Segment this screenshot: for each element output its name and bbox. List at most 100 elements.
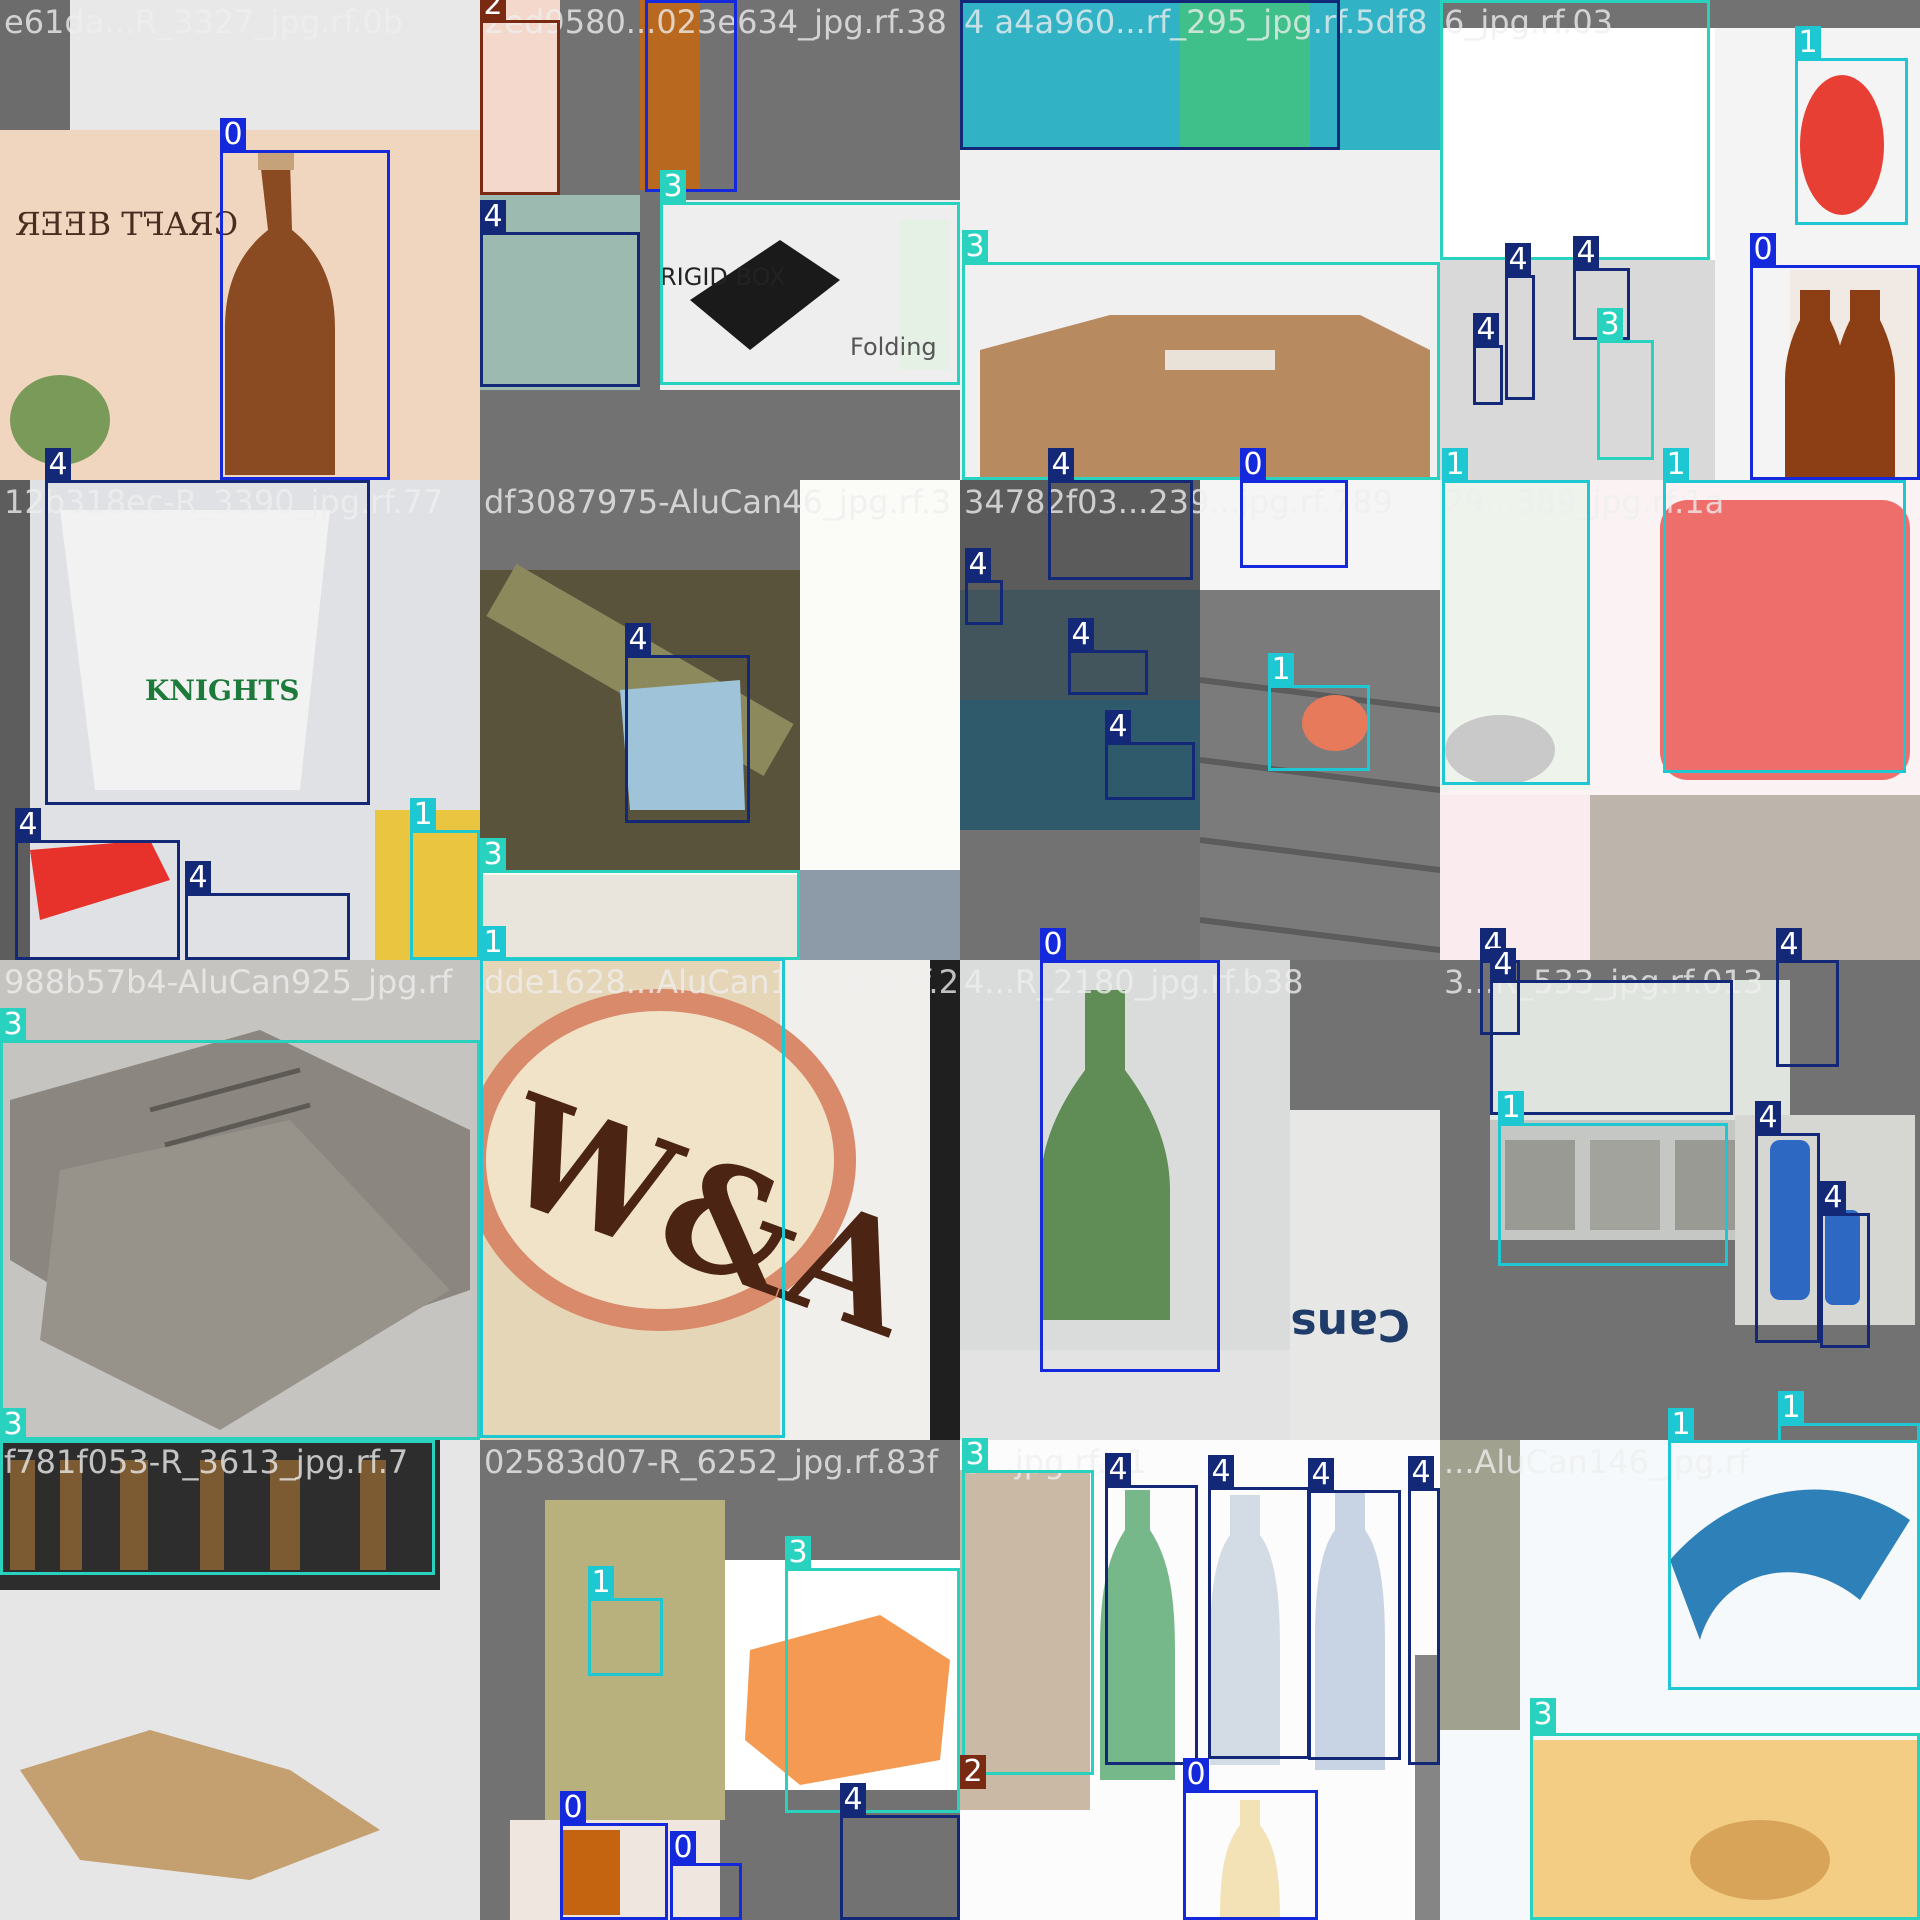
- detection-box: 4: [480, 200, 640, 387]
- detection-box: 3: [660, 170, 960, 385]
- class-label: 1: [1442, 448, 1468, 482]
- detection-box: 3: [0, 1008, 480, 1440]
- detection-box: 4: [625, 623, 750, 823]
- detection-box: 1: [1442, 448, 1590, 785]
- detection-box: 3: [785, 1536, 960, 1813]
- class-label: 0: [1750, 233, 1776, 267]
- class-label: 4: [1105, 1453, 1131, 1487]
- class-label: 1: [1795, 26, 1821, 60]
- class-label: 4: [1408, 1456, 1434, 1490]
- class-label: 1: [1498, 1091, 1524, 1125]
- class-label: 4: [965, 548, 991, 582]
- class-label: 4: [1208, 1455, 1234, 1489]
- class-label: 1: [410, 798, 436, 832]
- class-label: 0: [1183, 1758, 1209, 1792]
- detection-box: 4: [1473, 313, 1503, 405]
- detection-box: 3: [480, 838, 800, 960]
- detection-box: 0: [645, 0, 737, 192]
- detection-box: 4: [1068, 618, 1148, 695]
- detection-box: 2: [480, 0, 560, 195]
- class-label: 2: [480, 0, 506, 22]
- class-label: 1: [1268, 653, 1294, 687]
- detection-box: 4: [965, 548, 1003, 625]
- class-label: 3: [480, 838, 506, 872]
- detection-box: 4: [1208, 1455, 1310, 1759]
- class-label: 4: [45, 448, 71, 482]
- detection-box: 4: [840, 1783, 960, 1920]
- detection-box: 4: [1105, 1453, 1198, 1765]
- class-label: 4: [840, 1783, 866, 1817]
- detection-box: 4: [185, 861, 350, 960]
- detection-box: 4: [1490, 948, 1733, 1115]
- detection-box: 4: [1820, 1181, 1870, 1348]
- class-label: 0: [560, 1791, 586, 1825]
- class-label: 3: [1597, 308, 1623, 342]
- class-label: 4: [1308, 1458, 1334, 1492]
- detection-box: 0: [1040, 928, 1220, 1372]
- class-label: 0: [670, 1831, 696, 1865]
- svg-text:Cans: Cans: [1291, 1299, 1411, 1350]
- class-label: 4: [1776, 928, 1802, 962]
- class-label: 4: [1048, 448, 1074, 482]
- detection-box: 0: [220, 118, 390, 480]
- class-label: 4: [1573, 236, 1599, 270]
- detection-box: 3: [962, 230, 1440, 480]
- class-label: 1: [480, 926, 506, 960]
- detection-box: 1: [1795, 26, 1908, 225]
- class-label: 3: [0, 1408, 26, 1442]
- detection-box: 1: [410, 798, 480, 960]
- class-label: 3: [660, 170, 686, 204]
- detection-box: 1: [1498, 1091, 1728, 1266]
- detection-box: 1: [588, 1566, 663, 1676]
- class-label: 4: [625, 623, 651, 657]
- class-label: 0: [1240, 448, 1266, 482]
- detection-box: 3: [962, 1438, 1094, 1775]
- class-label: 1: [1668, 1408, 1694, 1442]
- detection-box: 3: [1440, 0, 1710, 260]
- class-label: 4: [1755, 1101, 1781, 1135]
- class-label: 4: [480, 200, 506, 234]
- class-label: 4: [1105, 710, 1131, 744]
- detection-box: 0: [1240, 448, 1348, 568]
- class-label: 1: [588, 1566, 614, 1600]
- class-label: 0: [220, 118, 246, 152]
- detection-box: 0: [1183, 1758, 1318, 1920]
- detection-box: 1: [1778, 1391, 1920, 1440]
- class-label: 4: [1505, 243, 1531, 277]
- detection-box: 4: [1776, 928, 1839, 1067]
- class-label: 4: [1820, 1181, 1846, 1215]
- detection-box: 1: [480, 926, 785, 1438]
- detection-box: 1: [1663, 448, 1906, 773]
- detection-box: 4: [45, 448, 370, 805]
- class-label: 4: [1473, 313, 1499, 347]
- class-label: 3: [785, 1536, 811, 1570]
- detection-mosaic: ЯƎƎB TꟻAЯƆ e61da...R_3327_jpg.rf.0b RIGI…: [0, 0, 1920, 1920]
- detection-box: 0: [560, 1791, 668, 1920]
- class-label: 3: [0, 1008, 26, 1042]
- class-label: 1: [1663, 448, 1689, 482]
- class-label: 0: [1040, 928, 1066, 962]
- detection-box: 4: [15, 808, 180, 960]
- detection-box: 4: [1505, 243, 1535, 400]
- detection-box: 1: [1668, 1408, 1920, 1690]
- class-label: 1: [1778, 1391, 1804, 1425]
- detection-box: 4: [1308, 1458, 1401, 1760]
- class-label: 3: [1440, 0, 1466, 2]
- class-label: 4: [185, 861, 211, 895]
- class-label: 0: [645, 0, 671, 2]
- detection-box: 3: [1597, 308, 1654, 460]
- class-label: 3: [962, 1438, 988, 1472]
- class-label: 3: [962, 230, 988, 264]
- detection-box: 4: [1048, 448, 1193, 580]
- detection-box: 0: [1750, 233, 1920, 480]
- class-label: 4: [1068, 618, 1094, 652]
- detection-box: 4: [1755, 1101, 1820, 1343]
- detection-box: 3: [0, 1408, 435, 1575]
- detection-box: 4: [1408, 1456, 1440, 1765]
- detection-box: 0: [670, 1831, 742, 1920]
- detection-box: 4: [960, 0, 1340, 150]
- svg-text:ЯƎƎB TꟻAЯƆ: ЯƎƎB TꟻAЯƆ: [15, 205, 238, 243]
- detection-box: 4: [1105, 710, 1195, 800]
- class-label: 3: [1530, 1698, 1556, 1732]
- detection-box: 3: [1530, 1701, 1920, 1920]
